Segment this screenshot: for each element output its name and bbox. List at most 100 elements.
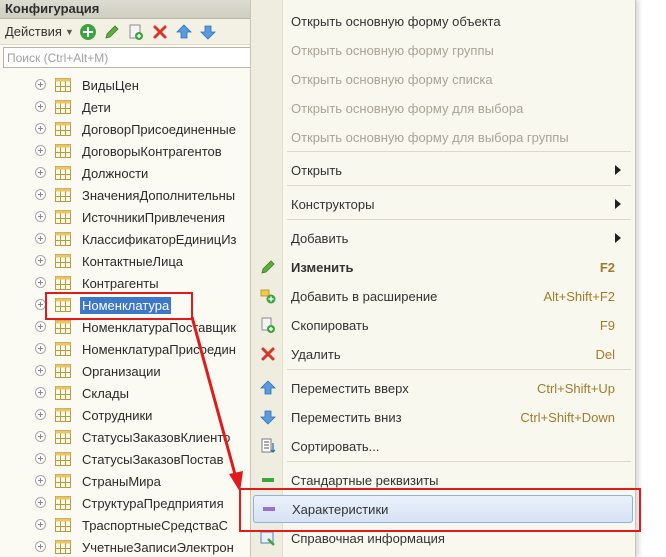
menu-separator [287, 369, 631, 370]
submenu-arrow-icon [615, 199, 621, 209]
menu-item-5[interactable]: Открыть [251, 156, 635, 184]
menu-item-7[interactable]: Добавить [251, 224, 635, 252]
menu-item-label: Открыть основную форму списка [291, 71, 493, 87]
expand-icon[interactable] [35, 431, 46, 442]
expand-icon[interactable] [35, 365, 46, 376]
catalog-icon [55, 518, 71, 532]
menu-item-label: Конструкторы [291, 196, 375, 212]
menu-item-8[interactable]: Изменить F2 [251, 253, 635, 281]
menu-item-12[interactable]: Переместить вверх Ctrl+Shift+Up [251, 374, 635, 402]
expand-icon[interactable] [35, 211, 46, 222]
tree-row[interactable]: Склады [0, 382, 255, 404]
tree-row[interactable]: Номенклатура [0, 294, 255, 316]
catalog-icon [55, 122, 71, 136]
tree-row[interactable]: Должности [0, 162, 255, 184]
tree-row[interactable]: КонтактныеЛица [0, 250, 255, 272]
tree-row[interactable]: ВидыЦен [0, 74, 255, 96]
menu-item-0[interactable]: Открыть основную форму объекта [251, 7, 635, 35]
minus-green-icon [260, 472, 276, 488]
expand-icon[interactable] [35, 145, 46, 156]
move-down-button[interactable] [198, 22, 218, 42]
tree-row[interactable]: ТраспортныеСредстваС [0, 514, 255, 536]
menu-item-9[interactable]: Добавить в расширение Alt+Shift+F2 [251, 282, 635, 310]
tree-item-label: ДоговорПрисоединенные [82, 121, 236, 137]
tree-item-label: СтатусыЗаказовКлиенто [82, 429, 231, 445]
tree-row[interactable]: УчетныеЗаписиЭлектрон [0, 536, 255, 557]
expand-icon[interactable] [35, 189, 46, 200]
menu-item-13[interactable]: Переместить вниз Ctrl+Shift+Down [251, 403, 635, 431]
tree-row[interactable]: Контрагенты [0, 272, 255, 294]
menu-item-characteristics[interactable]: Характеристики [253, 495, 633, 523]
pencil-icon [105, 24, 119, 39]
characteristics-icon [261, 501, 277, 517]
catalog-icon [55, 342, 71, 356]
menu-item-label: Переместить вверх [291, 380, 409, 396]
tree-row[interactable]: ЗначенияДополнительны [0, 184, 255, 206]
panel-title: Конфигурация [0, 0, 255, 19]
menu-item-14[interactable]: Сортировать... [251, 432, 635, 460]
arrow-up-icon [260, 380, 276, 396]
menu-item-label: Открыть основную форму группы [291, 42, 494, 58]
expand-icon[interactable] [35, 255, 46, 266]
tree-item-label: ИсточникиПривлечения [82, 209, 226, 225]
expand-icon[interactable] [35, 123, 46, 134]
configuration-panel: Конфигурация Действия ▼ ВидыЦен Дети Догов… [0, 0, 256, 557]
tree-row[interactable]: НоменклатураПоставщик [0, 316, 255, 338]
menu-item-10[interactable]: Скопировать F9 [251, 311, 635, 339]
copy-button[interactable] [126, 22, 146, 42]
expand-icon[interactable] [35, 409, 46, 420]
menu-item-shortcut: Alt+Shift+F2 [543, 288, 615, 304]
expand-icon[interactable] [35, 101, 46, 112]
expand-icon[interactable] [35, 519, 46, 530]
expand-icon[interactable] [35, 233, 46, 244]
actions-menu-button[interactable]: Действия ▼ [5, 24, 74, 39]
menu-separator [287, 151, 631, 152]
catalog-icon [55, 474, 71, 488]
add-button[interactable] [78, 22, 98, 42]
catalog-icon [55, 540, 71, 554]
expand-icon[interactable] [35, 497, 46, 508]
menu-item-11[interactable]: Удалить Del [251, 340, 635, 368]
expand-icon[interactable] [35, 343, 46, 354]
menu-item-shortcut: F2 [599, 259, 615, 275]
expand-icon[interactable] [35, 277, 46, 288]
tree-row[interactable]: Сотрудники [0, 404, 255, 426]
expand-icon[interactable] [35, 541, 46, 552]
tree-row[interactable]: СтраныМира [0, 470, 255, 492]
actions-label: Действия [5, 24, 62, 39]
expand-icon[interactable] [35, 299, 46, 310]
search-input[interactable] [4, 48, 251, 67]
tree-row[interactable]: СтатусыЗаказовКлиенто [0, 426, 255, 448]
tree-row[interactable]: ДоговорПрисоединенные [0, 118, 255, 140]
tree-row[interactable]: Дети [0, 96, 255, 118]
menu-item-17[interactable]: Справочная информация [251, 524, 635, 552]
expand-icon[interactable] [35, 167, 46, 178]
tree-row[interactable]: ИсточникиПривлечения [0, 206, 255, 228]
tree-item-label: ВидыЦен [82, 77, 139, 93]
catalog-icon [55, 276, 71, 290]
move-up-button[interactable] [174, 22, 194, 42]
expand-icon[interactable] [35, 453, 46, 464]
expand-icon[interactable] [35, 79, 46, 90]
tree-row[interactable]: КлассификаторЕдиницИз [0, 228, 255, 250]
tree-item-label: СтатусыЗаказовПостав [82, 451, 224, 467]
catalog-icon [55, 100, 71, 114]
catalog-icon [55, 232, 71, 246]
tree-row[interactable]: СтруктураПредприятия [0, 492, 255, 514]
expand-icon[interactable] [35, 475, 46, 486]
tree-row[interactable]: Организации [0, 360, 255, 382]
tree-row[interactable]: ДоговорыКонтрагентов [0, 140, 255, 162]
menu-item-label: Характеристики [292, 501, 389, 517]
expand-icon[interactable] [35, 387, 46, 398]
edit-button[interactable] [102, 22, 122, 42]
delete-icon [153, 25, 167, 38]
tree-row[interactable]: СтатусыЗаказовПостав [0, 448, 255, 470]
catalog-icon [55, 144, 71, 158]
search-box [3, 47, 252, 68]
menu-item-6[interactable]: Конструкторы [251, 190, 635, 218]
expand-icon[interactable] [35, 321, 46, 332]
delete-button[interactable] [150, 22, 170, 42]
menu-item-15[interactable]: Стандартные реквизиты [251, 466, 635, 494]
catalog-icon [55, 188, 71, 202]
tree-row[interactable]: НоменклатураПрисоедин [0, 338, 255, 360]
